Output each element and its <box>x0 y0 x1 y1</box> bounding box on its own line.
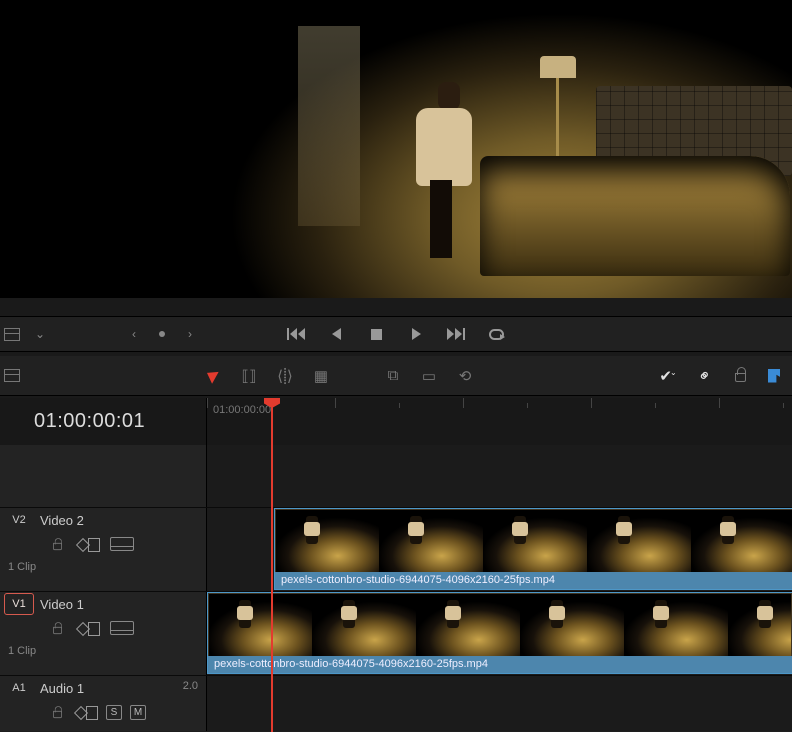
transport-bar: ⌄ ‹ › <box>0 316 792 352</box>
clip-label-v2: pexels-cottonbro-studio-6944075-4096x216… <box>275 572 792 589</box>
clip-v2[interactable]: pexels-cottonbro-studio-6944075-4096x216… <box>274 508 792 590</box>
overwrite-clip-button[interactable]: ▭ <box>418 367 440 385</box>
play-button[interactable] <box>406 324 426 344</box>
viewer-frame[interactable] <box>180 8 792 298</box>
snapping-button[interactable]: ✔︎⌄ <box>658 367 680 385</box>
track-clipcount-v1: 1 Clip <box>0 640 206 661</box>
timeline-view-options-icon[interactable] <box>2 324 22 344</box>
track-lane-a1[interactable] <box>207 676 792 731</box>
loop-button[interactable] <box>486 324 506 344</box>
track-dest-v2[interactable]: V2 <box>4 509 34 531</box>
position-lock-button[interactable] <box>730 366 750 386</box>
track-enable-v1[interactable] <box>110 621 134 635</box>
solo-button-a1[interactable]: S <box>106 705 122 720</box>
viewer-monitor <box>0 0 792 298</box>
track-lane-v2[interactable]: pexels-cottonbro-studio-6944075-4096x216… <box>207 508 792 591</box>
timeline-ruler[interactable]: 01:00:00:00 <box>207 398 792 445</box>
timeline-tracks: V2 Video 2 1 Clip pexels-cottonbro-studi… <box>0 445 792 732</box>
stop-button[interactable] <box>366 324 386 344</box>
prev-page-icon[interactable]: ‹ <box>124 324 144 344</box>
timeline-layout-icon[interactable] <box>2 366 22 386</box>
track-v1: V1 Video 1 1 Clip pexels-cottonbro-studi… <box>0 591 792 675</box>
view-options-chevron-icon[interactable]: ⌄ <box>30 324 50 344</box>
trim-tool-button[interactable]: ⟦⟧ <box>238 367 260 385</box>
track-a1: A1 Audio 1 2.0 S M <box>0 675 792 731</box>
ruler-start-label: 01:00:00:00 <box>213 404 271 416</box>
track-clipcount-v2: 1 Clip <box>0 556 206 577</box>
track-enable-v2[interactable] <box>110 537 134 551</box>
track-lock-v1[interactable] <box>48 621 66 635</box>
timecode-row: 01:00:00:01 01:00:00:00 <box>0 398 792 445</box>
linked-selection-button[interactable]: ⚭ <box>690 361 720 391</box>
blade-tool-button[interactable]: ▦ <box>310 367 332 385</box>
replace-clip-button[interactable]: ⟲ <box>454 367 476 385</box>
empty-lane[interactable] <box>207 445 792 507</box>
track-name-v2[interactable]: Video 2 <box>40 513 84 528</box>
track-dest-v1[interactable]: V1 <box>4 593 34 615</box>
track-name-v1[interactable]: Video 1 <box>40 597 84 612</box>
go-to-start-button[interactable] <box>286 324 306 344</box>
clip-label-v1: pexels-cottonbro-studio-6944075-4096x216… <box>208 656 792 673</box>
track-lock-a1[interactable] <box>48 705 66 719</box>
go-to-end-button[interactable] <box>446 324 466 344</box>
track-dest-a1[interactable]: A1 <box>4 677 34 699</box>
mute-button-a1[interactable]: M <box>130 705 146 720</box>
track-auto-select-v1[interactable] <box>76 621 100 635</box>
flag-marker-button[interactable] <box>764 366 784 386</box>
track-auto-select-a1[interactable] <box>74 705 98 719</box>
timecode-text: 01:00:00:01 <box>34 410 145 433</box>
current-timecode[interactable]: 01:00:00:01 <box>0 398 207 445</box>
track-name-a1[interactable]: Audio 1 <box>40 681 84 696</box>
playhead[interactable] <box>271 398 273 732</box>
selection-tool-button[interactable] <box>204 366 224 386</box>
clip-v1[interactable]: pexels-cottonbro-studio-6944075-4096x216… <box>207 592 792 674</box>
track-auto-select-v2[interactable] <box>76 537 100 551</box>
next-page-icon[interactable]: › <box>180 324 200 344</box>
edit-toolbar: ⟦⟧ ⟨⸽⟩ ▦ ⧉ ▭ ⟲ ✔︎⌄ ⚭ <box>0 356 792 396</box>
track-v2: V2 Video 2 1 Clip pexels-cottonbro-studi… <box>0 507 792 591</box>
track-lane-v1[interactable]: pexels-cottonbro-studio-6944075-4096x216… <box>207 592 792 675</box>
track-lock-v2[interactable] <box>48 537 66 551</box>
dynamic-trim-tool-button[interactable]: ⟨⸽⟩ <box>274 366 296 386</box>
page-dot-icon[interactable] <box>152 324 172 344</box>
insert-clip-button[interactable]: ⧉ <box>382 367 404 384</box>
audio-channels-a1: 2.0 <box>183 680 198 692</box>
play-reverse-button[interactable] <box>326 324 346 344</box>
